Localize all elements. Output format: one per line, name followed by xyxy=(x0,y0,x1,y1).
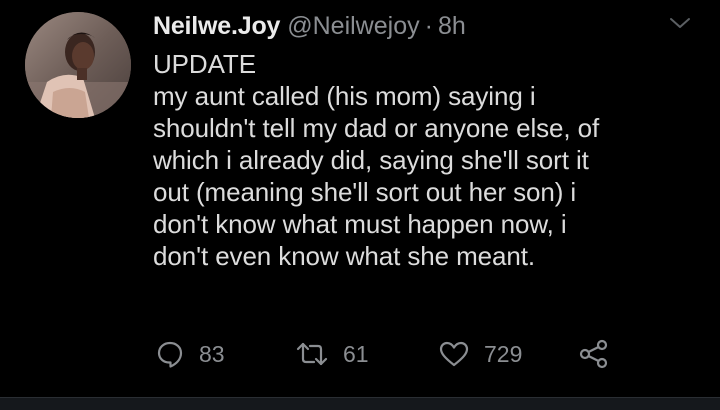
share-button[interactable] xyxy=(578,336,610,372)
tweet-text: UPDATE my aunt called (his mom) saying i… xyxy=(153,49,600,271)
tweet[interactable]: Neilwe.Joy @Neilwejoy · 8h UPDATE my aun… xyxy=(0,0,720,397)
reply-button[interactable]: 83 xyxy=(155,336,225,372)
retweet-count: 61 xyxy=(343,340,369,367)
tweet-actions: 83 61 729 xyxy=(155,336,635,372)
share-icon xyxy=(578,338,610,370)
timestamp[interactable]: 8h xyxy=(438,10,466,42)
avatar[interactable] xyxy=(25,12,131,118)
user-handle[interactable]: @Neilwejoy xyxy=(287,10,419,42)
retweet-button[interactable]: 61 xyxy=(295,336,369,372)
heart-icon xyxy=(438,339,470,369)
separator-dot: · xyxy=(424,12,433,40)
profile-photo-icon xyxy=(25,12,131,118)
chevron-down-icon[interactable] xyxy=(668,14,692,32)
reply-count: 83 xyxy=(199,340,225,367)
like-button[interactable]: 729 xyxy=(438,336,522,372)
like-count: 729 xyxy=(484,340,523,367)
bottom-bar xyxy=(0,397,720,410)
tweet-header: Neilwe.Joy @Neilwejoy · 8h xyxy=(153,10,466,42)
reply-icon xyxy=(155,339,185,369)
retweet-icon xyxy=(295,339,329,369)
display-name[interactable]: Neilwe.Joy xyxy=(153,10,280,42)
